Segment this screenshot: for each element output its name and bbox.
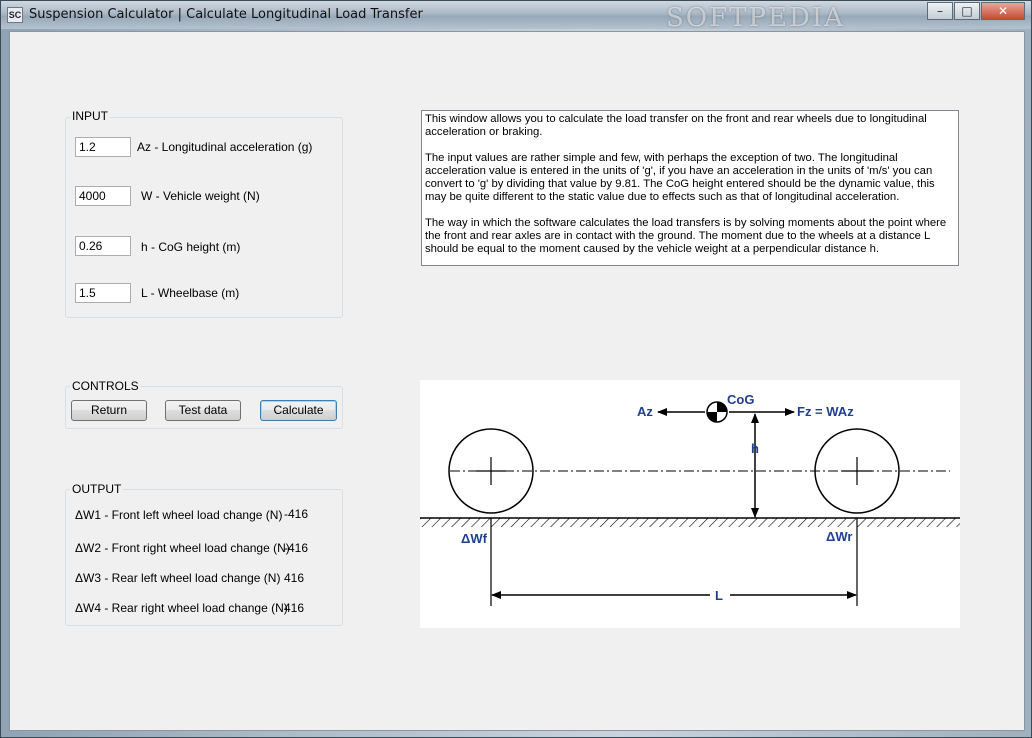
cog-label: CoG	[727, 392, 754, 407]
az-label: Az	[637, 404, 653, 419]
ground-hatch	[420, 518, 960, 527]
weight-input[interactable]	[75, 186, 131, 206]
diagram-svg: CoG Az Fz = WAz h ΔWf ΔWr L	[420, 392, 960, 606]
dwr-label: ΔWr	[826, 529, 852, 544]
output-rear-left-value: 416	[284, 571, 305, 585]
return-button[interactable]: Return	[71, 400, 147, 421]
output-rear-right-value: 416	[284, 601, 305, 615]
acceleration-label: Az - Longitudinal acceleration (g)	[137, 140, 313, 154]
wheelbase-input[interactable]	[75, 283, 131, 303]
app-icon[interactable]: SC	[7, 7, 23, 23]
load-transfer-diagram: CoG Az Fz = WAz h ΔWf ΔWr L	[420, 380, 960, 628]
title-bar[interactable]: SC Suspension Calculator | Calculate Lon…	[1, 1, 1031, 33]
description-paragraph: This window allows you to calculate the …	[425, 113, 927, 138]
cog-height-label: h - CoG height (m)	[141, 240, 241, 254]
maximize-button[interactable]: □	[954, 2, 980, 20]
acceleration-input[interactable]	[75, 137, 131, 157]
description-paragraph: The way in which the software calculates…	[425, 217, 947, 255]
client-area: INPUT Az - Longitudinal acceleration (g)…	[9, 31, 1025, 731]
fz-label: Fz = WAz	[797, 404, 854, 419]
output-rear-left-label: ΔW3 - Rear left wheel load change (N)	[75, 571, 281, 585]
controls-group-label: CONTROLS	[70, 379, 141, 393]
cog-height-input[interactable]	[75, 236, 131, 256]
window-title: Suspension Calculator | Calculate Longit…	[29, 7, 423, 22]
l-label: L	[715, 588, 723, 603]
output-front-right-label: ΔW2 - Front right wheel load change (N)	[75, 541, 290, 555]
weight-label: W - Vehicle weight (N)	[141, 189, 260, 203]
output-front-left-label: ΔW1 - Front left wheel load change (N)	[75, 508, 283, 522]
close-button[interactable]: ✕	[981, 2, 1025, 20]
calculate-button[interactable]: Calculate	[260, 400, 337, 421]
app-window: SC Suspension Calculator | Calculate Lon…	[0, 0, 1032, 738]
output-rear-right-label: ΔW4 - Rear right wheel load change (N)	[75, 601, 288, 615]
softpedia-watermark: SOFTPEDIA	[666, 3, 845, 33]
output-front-right-value: -416	[284, 541, 309, 555]
input-group-label: INPUT	[70, 109, 110, 123]
output-group-label: OUTPUT	[70, 482, 124, 496]
dwf-label: ΔWf	[461, 531, 488, 546]
test-data-button[interactable]: Test data	[165, 400, 241, 421]
description-paragraph: The input values are rather simple and f…	[425, 152, 935, 203]
minimize-button[interactable]: –	[927, 2, 953, 20]
description-textbox[interactable]: This window allows you to calculate the …	[421, 110, 959, 266]
wheelbase-label: L - Wheelbase (m)	[141, 286, 240, 300]
output-front-left-value: -416	[284, 507, 309, 521]
h-label: h	[751, 441, 759, 456]
